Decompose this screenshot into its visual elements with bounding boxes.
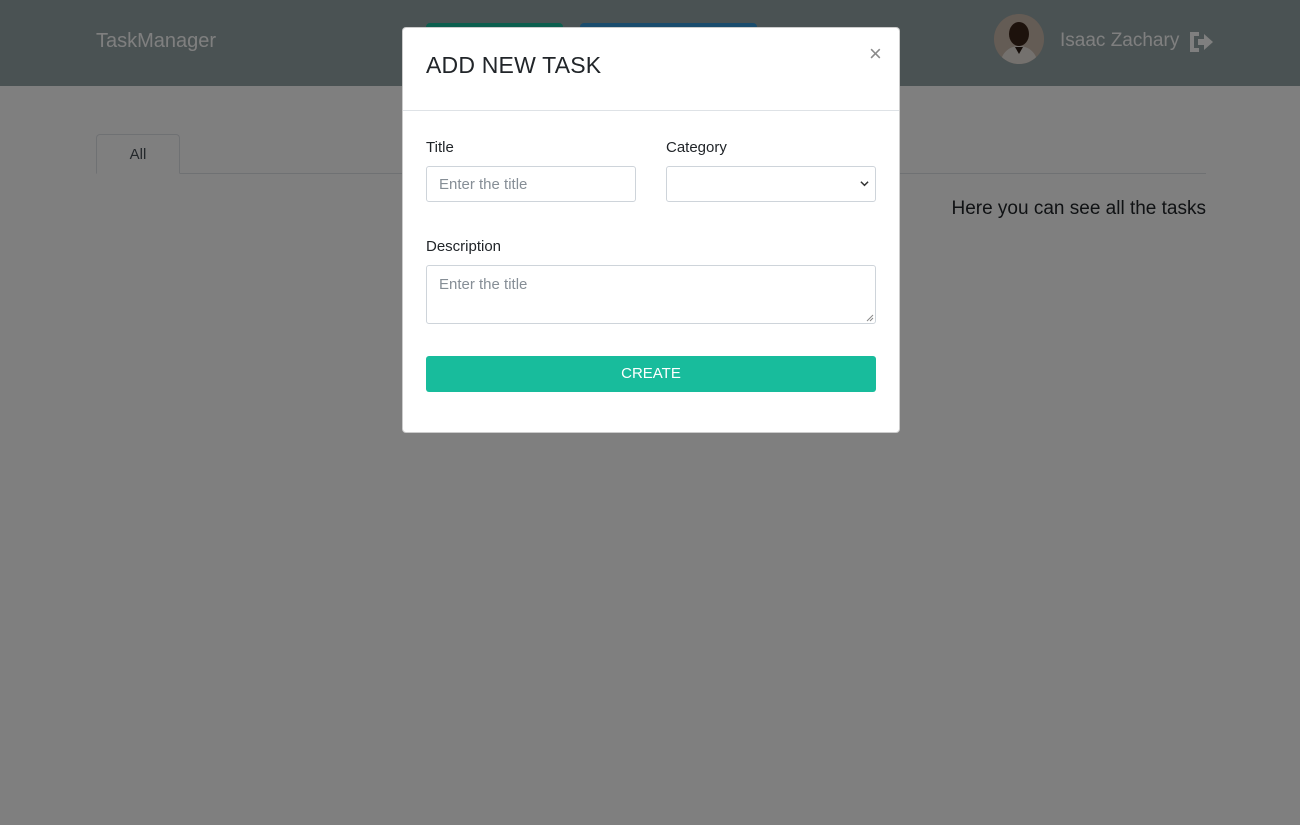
close-icon[interactable]: × bbox=[869, 42, 882, 66]
chevron-down-icon bbox=[860, 181, 869, 187]
create-button[interactable]: CREATE bbox=[426, 356, 876, 392]
add-task-modal: ADD NEW TASK × Title Category Descriptio… bbox=[402, 27, 900, 433]
description-label: Description bbox=[426, 238, 502, 255]
category-label: Category bbox=[666, 139, 727, 156]
resize-handle-icon[interactable] bbox=[866, 314, 874, 322]
modal-title: ADD NEW TASK bbox=[426, 52, 602, 78]
title-input[interactable] bbox=[426, 166, 636, 202]
description-textarea[interactable] bbox=[426, 265, 876, 324]
title-label: Title bbox=[426, 139, 454, 156]
category-select[interactable] bbox=[666, 166, 876, 202]
modal-header: ADD NEW TASK × bbox=[403, 28, 899, 111]
